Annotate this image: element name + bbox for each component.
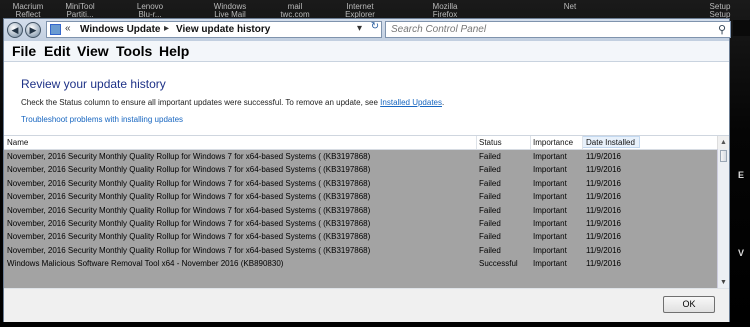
row-date: 11/9/2016 — [586, 152, 621, 161]
search-input[interactable]: Search Control Panel ⚲ — [385, 21, 731, 38]
desktop-right-edge — [733, 20, 750, 36]
forward-button[interactable]: ▶ — [25, 22, 41, 38]
row-date: 11/9/2016 — [586, 259, 621, 269]
breadcrumb-windows-update[interactable]: Windows Update — [80, 24, 160, 35]
row-name: Windows Malicious Software Removal Tool … — [7, 259, 284, 269]
row-name: November, 2016 Security Monthly Quality … — [7, 205, 371, 215]
scrollbar-thumb[interactable] — [720, 150, 727, 162]
menu-file[interactable]: File — [12, 43, 36, 59]
row-importance: Important — [533, 165, 567, 175]
table-row[interactable]: November, 2016 Security Monthly Quality … — [4, 150, 717, 163]
row-status: Failed — [479, 232, 501, 242]
column-header-status[interactable]: Status — [479, 138, 502, 147]
button-bar: OK — [4, 288, 729, 322]
page-description: Check the Status column to ensure all im… — [21, 98, 444, 107]
main-content: Review your update history Check the Sta… — [4, 62, 729, 322]
row-importance: Important — [533, 152, 567, 161]
installed-updates-link[interactable]: Installed Updates — [380, 98, 442, 107]
row-status: Failed — [479, 178, 501, 188]
table-row[interactable]: November, 2016 Security Monthly Quality … — [4, 230, 717, 243]
row-name: November, 2016 Security Monthly Quality … — [7, 219, 371, 228]
address-bar[interactable]: « Windows Update ▸ View update history ▾ — [46, 21, 382, 38]
row-status: Failed — [479, 165, 501, 175]
update-history-table: Name Status Importance Date Installed ▲ … — [4, 135, 729, 289]
row-status: Failed — [479, 245, 501, 255]
row-name: November, 2016 Security Monthly Quality … — [7, 152, 371, 161]
row-date: 11/9/2016 — [586, 165, 621, 175]
row-status: Successful — [479, 259, 518, 269]
breadcrumb-chevron-icon[interactable]: « — [65, 23, 71, 34]
row-status: Failed — [479, 192, 501, 202]
column-divider[interactable] — [476, 136, 477, 149]
row-date: 11/9/2016 — [586, 192, 621, 202]
table-row[interactable]: November, 2016 Security Monthly Quality … — [4, 204, 717, 217]
desktop-icon-label[interactable]: Net — [550, 2, 590, 11]
row-importance: Important — [533, 178, 567, 188]
column-header-name[interactable]: Name — [7, 138, 28, 147]
refresh-icon[interactable]: ↻ — [368, 21, 382, 34]
update-history-window: ◀ ▶ « Windows Update ▸ View update histo… — [3, 18, 731, 322]
row-status: Failed — [479, 205, 501, 215]
row-importance: Important — [533, 205, 567, 215]
row-importance: Important — [533, 259, 567, 269]
row-status: Failed — [479, 152, 501, 161]
row-date: 11/9/2016 — [586, 178, 621, 188]
row-name: November, 2016 Security Monthly Quality … — [7, 192, 371, 202]
row-importance: Important — [533, 219, 567, 228]
breadcrumb-separator-icon[interactable]: ▸ — [164, 23, 169, 34]
description-text: Check the Status column to ensure all im… — [21, 98, 381, 107]
menu-help[interactable]: Help — [159, 43, 189, 59]
address-bar-row: ◀ ▶ « Windows Update ▸ View update histo… — [4, 19, 731, 41]
row-importance: Important — [533, 232, 567, 242]
description-suffix: . — [442, 98, 445, 107]
search-icon[interactable]: ⚲ — [718, 23, 726, 36]
desktop-right-label-2: E — [738, 170, 745, 180]
row-name: November, 2016 Security Monthly Quality … — [7, 165, 371, 175]
column-header-date-installed[interactable]: Date Installed — [586, 138, 635, 147]
row-date: 11/9/2016 — [586, 219, 621, 228]
vertical-scrollbar[interactable]: ▼ — [717, 149, 729, 289]
row-date: 11/9/2016 — [586, 205, 621, 215]
desktop-right-label-1: V — [738, 248, 745, 258]
table-row[interactable]: November, 2016 Security Monthly Quality … — [4, 190, 717, 203]
row-status: Failed — [479, 219, 501, 228]
table-row[interactable]: November, 2016 Security Monthly Quality … — [4, 217, 717, 230]
column-header-importance[interactable]: Importance — [533, 138, 573, 147]
row-name: November, 2016 Security Monthly Quality … — [7, 178, 371, 188]
table-row[interactable]: Windows Malicious Software Removal Tool … — [4, 257, 717, 270]
row-importance: Important — [533, 245, 567, 255]
search-placeholder: Search Control Panel — [391, 24, 487, 35]
row-date: 11/9/2016 — [586, 232, 621, 242]
table-row[interactable]: November, 2016 Security Monthly Quality … — [4, 177, 717, 190]
column-divider[interactable] — [530, 136, 531, 149]
row-name: November, 2016 Security Monthly Quality … — [7, 245, 371, 255]
table-body: November, 2016 Security Monthly Quality … — [4, 150, 717, 289]
menu-bar: File Edit View Tools Help — [4, 41, 729, 62]
column-divider[interactable] — [582, 136, 583, 149]
row-importance: Important — [533, 192, 567, 202]
table-row[interactable]: November, 2016 Security Monthly Quality … — [4, 244, 717, 257]
back-button[interactable]: ◀ — [7, 22, 23, 38]
page-title: Review your update history — [21, 77, 166, 91]
ok-button[interactable]: OK — [663, 296, 715, 313]
menu-edit[interactable]: Edit — [44, 43, 70, 59]
table-header: Name Status Importance Date Installed ▲ — [4, 136, 729, 150]
menu-tools[interactable]: Tools — [116, 43, 152, 59]
scroll-up-arrow-icon[interactable]: ▲ — [717, 136, 729, 149]
troubleshoot-link[interactable]: Troubleshoot problems with installing up… — [21, 115, 183, 124]
row-date: 11/9/2016 — [586, 245, 621, 255]
breadcrumb-view-update-history[interactable]: View update history — [176, 24, 270, 35]
table-row[interactable]: November, 2016 Security Monthly Quality … — [4, 163, 717, 176]
menu-view[interactable]: View — [77, 43, 109, 59]
row-name: November, 2016 Security Monthly Quality … — [7, 232, 371, 242]
address-dropdown-icon[interactable]: ▾ — [357, 23, 362, 34]
control-panel-icon — [50, 24, 61, 35]
